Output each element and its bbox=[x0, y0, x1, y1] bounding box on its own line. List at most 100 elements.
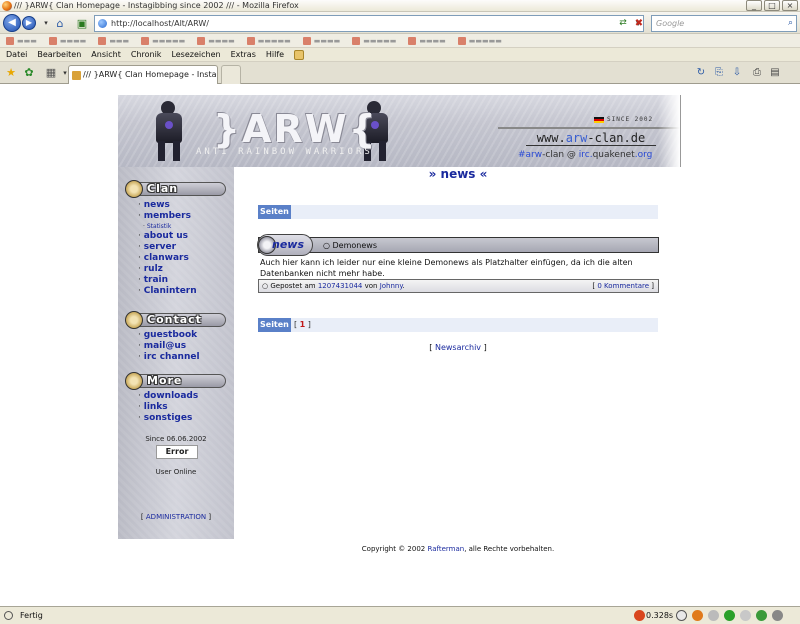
skype-icon[interactable] bbox=[676, 610, 687, 621]
status-icon bbox=[4, 611, 13, 620]
menu-bar: Datei Bearbeiten Ansicht Chronik Lesezei… bbox=[0, 48, 800, 62]
user-online-label: User Online bbox=[155, 468, 197, 476]
web-icon[interactable] bbox=[772, 610, 783, 621]
search-icon[interactable]: ⌕ bbox=[788, 16, 793, 31]
nav-about-us[interactable]: about us bbox=[138, 231, 197, 242]
copyright-author-link[interactable]: Rafterman bbox=[427, 545, 464, 553]
window-title: /// }ARW{ Clan Homepage - Instagibbing s… bbox=[14, 1, 299, 10]
bookmarks-toolbar: ▬▬▬ ▬▬▬▬ ▬▬▬ ▬▬▬▬▬ ▬▬▬▬ ▬▬▬▬▬ ▬▬▬▬ ▬▬▬▬▬… bbox=[0, 34, 800, 48]
news-body: Auch hier kann ich leider nur eine klein… bbox=[260, 258, 633, 278]
bookmark-item[interactable]: ▬▬▬▬ bbox=[48, 36, 86, 45]
nav-guestbook[interactable]: guestbook bbox=[138, 330, 200, 341]
bookmark-item[interactable]: ▬▬▬▬ bbox=[302, 36, 340, 45]
bookmark-item[interactable]: ▬▬▬▬▬ bbox=[352, 36, 396, 45]
admin-link-wrap: [ ADMINISTRATION ] bbox=[140, 513, 212, 521]
page-1-link[interactable]: 1 bbox=[300, 320, 306, 329]
sync-icon[interactable] bbox=[740, 610, 751, 621]
news-author-link[interactable]: Johnny bbox=[380, 282, 403, 290]
window-titlebar: /// }ARW{ Clan Homepage - Instagibbing s… bbox=[0, 0, 800, 12]
menu-datei[interactable]: Datei bbox=[6, 50, 27, 59]
search-box[interactable]: Google ⌕ bbox=[651, 15, 797, 32]
page-action-icon[interactable]: ▣ bbox=[74, 16, 90, 31]
menu-ansicht[interactable]: Ansicht bbox=[91, 50, 121, 59]
site-url: www.arw-clan.de bbox=[526, 131, 656, 146]
nav-members[interactable]: members bbox=[138, 211, 197, 222]
bookmark-item[interactable]: ▬▬▬ bbox=[98, 36, 129, 45]
nav-downloads[interactable]: downloads bbox=[138, 391, 199, 402]
check-icon[interactable] bbox=[724, 610, 735, 621]
minimize-button[interactable]: _ bbox=[746, 0, 762, 11]
save-icon[interactable]: ⎘ bbox=[712, 66, 726, 80]
firebug-icon[interactable] bbox=[634, 610, 645, 621]
stop-icon[interactable]: ✖ bbox=[632, 15, 646, 32]
home-icon[interactable]: ⌂ bbox=[52, 16, 68, 31]
bookmark-item[interactable]: ▬▬▬▬▬ bbox=[457, 36, 502, 45]
nav-links[interactable]: links bbox=[138, 402, 198, 413]
nav-server[interactable]: server bbox=[138, 242, 197, 253]
back-button[interactable]: ◀ bbox=[3, 14, 21, 32]
url-bar[interactable]: http://localhost/Alt/ARW/ ▼ bbox=[94, 15, 644, 32]
news-timestamp: 1207431044 bbox=[317, 282, 363, 290]
star-icon[interactable]: ★ bbox=[4, 66, 18, 80]
abp-icon[interactable] bbox=[756, 610, 767, 621]
pagination-top: Seiten bbox=[258, 205, 658, 219]
print-icon[interactable]: ⎙ bbox=[750, 66, 764, 80]
tab-overview-icon[interactable]: ▦ bbox=[44, 66, 58, 80]
addon-icon[interactable] bbox=[294, 49, 305, 60]
close-button[interactable]: × bbox=[782, 0, 798, 11]
settings-icon[interactable] bbox=[708, 610, 719, 621]
since-label: SINCE 2002 bbox=[607, 116, 654, 123]
clan-nav: news members Statistik about us server c… bbox=[138, 200, 197, 297]
bookmark-item[interactable]: ▬▬▬▬▬ bbox=[141, 36, 185, 45]
site-identity-icon bbox=[98, 19, 107, 28]
site-logo: }ARW{ bbox=[213, 107, 378, 151]
menu-bearbeiten[interactable]: Bearbeiten bbox=[37, 50, 81, 59]
page-menu-icon[interactable]: ▤ bbox=[768, 66, 782, 80]
tab-active[interactable]: /// }ARW{ Clan Homepage - Instagibb... bbox=[68, 65, 218, 84]
site-tagline: ANTI RAINBOW WARRIORS bbox=[196, 147, 373, 157]
administration-link[interactable]: ADMINISTRATION bbox=[146, 513, 206, 521]
menu-extras[interactable]: Extras bbox=[231, 50, 256, 59]
nav-clanintern[interactable]: Clanintern bbox=[138, 286, 197, 297]
nav-train[interactable]: train bbox=[138, 275, 197, 286]
counter-box: Error bbox=[156, 445, 198, 459]
reload-go-icon[interactable]: ⇄ bbox=[616, 15, 630, 32]
nav-sonstiges[interactable]: sonstiges bbox=[138, 413, 198, 424]
section-header-more: More bbox=[125, 372, 226, 390]
comments-link[interactable]: 0 Kommentare bbox=[597, 282, 649, 290]
contact-nav: guestbook mail@us irc channel bbox=[138, 330, 200, 363]
bookmark-item[interactable]: ▬▬▬▬ bbox=[197, 36, 235, 45]
nav-irc-channel[interactable]: irc channel bbox=[138, 352, 200, 363]
nav-rulz[interactable]: rulz bbox=[138, 264, 197, 275]
addon-icon[interactable] bbox=[692, 610, 703, 621]
section-header-contact: Contact bbox=[125, 311, 226, 329]
contact-badge-icon bbox=[125, 311, 143, 329]
new-tab-button[interactable] bbox=[221, 65, 241, 84]
download-icon[interactable]: ⇩ bbox=[730, 66, 744, 80]
feed-icon[interactable]: ✿ bbox=[22, 66, 36, 80]
maximize-button[interactable]: □ bbox=[764, 0, 780, 11]
search-placeholder: Google bbox=[656, 19, 685, 28]
bookmark-item[interactable]: ▬▬▬▬▬ bbox=[246, 36, 291, 45]
url-text: http://localhost/Alt/ARW/ bbox=[111, 19, 209, 28]
nav-clanwars[interactable]: clanwars bbox=[138, 253, 197, 264]
german-flag-icon bbox=[594, 117, 604, 123]
menu-chronik[interactable]: Chronik bbox=[131, 50, 162, 59]
menu-lesezeichen[interactable]: Lesezeichen bbox=[171, 50, 220, 59]
nav-statistik[interactable]: Statistik bbox=[138, 222, 197, 231]
menu-hilfe[interactable]: Hilfe bbox=[266, 50, 284, 59]
bookmark-item[interactable]: ▬▬▬ bbox=[6, 36, 37, 45]
newsarchiv-link[interactable]: Newsarchiv bbox=[435, 343, 481, 352]
reload-icon[interactable]: ↻ bbox=[694, 66, 708, 80]
irc-info: #arw-clan @ irc.quakenet.org bbox=[518, 150, 653, 160]
status-text: Fertig bbox=[20, 611, 43, 620]
status-icons bbox=[634, 610, 645, 621]
bookmark-item[interactable]: ▬▬▬▬ bbox=[408, 36, 446, 45]
more-nav: downloads links sonstiges bbox=[138, 391, 199, 424]
tab-bar: ★ ✿ ▦ ▾ /// }ARW{ Clan Homepage - Instag… bbox=[0, 62, 800, 84]
forward-button[interactable]: ▶ bbox=[22, 16, 36, 30]
nav-mail[interactable]: mail@us bbox=[138, 341, 200, 352]
nav-news[interactable]: news bbox=[138, 200, 197, 211]
news-headline[interactable]: ○ Demonews bbox=[323, 239, 377, 253]
clan-badge-icon bbox=[125, 180, 143, 198]
